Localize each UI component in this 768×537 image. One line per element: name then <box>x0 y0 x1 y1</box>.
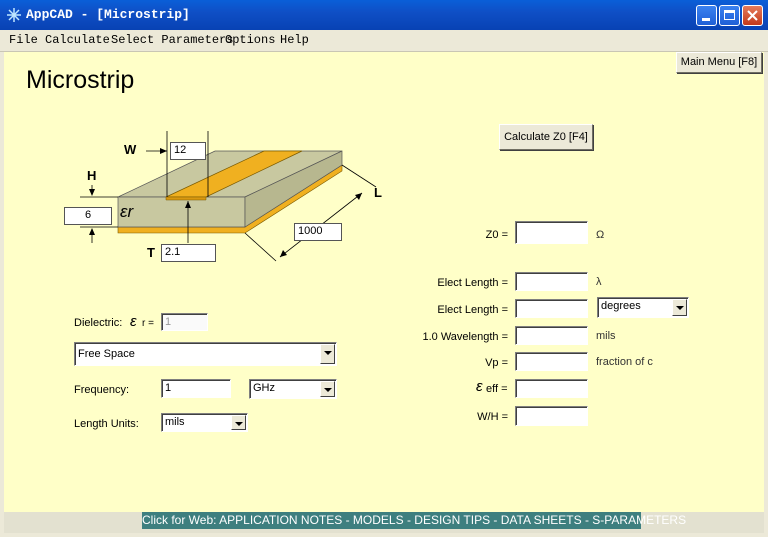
wavelength-output[interactable] <box>515 326 588 345</box>
page-title: Microstrip <box>26 66 135 94</box>
eeff-output[interactable] <box>515 379 588 398</box>
ohm-unit: Ω <box>596 229 605 241</box>
chevron-down-icon[interactable] <box>320 344 335 364</box>
close-icon <box>747 10 758 21</box>
wavelength-unit: mils <box>596 330 616 342</box>
chevron-down-icon[interactable] <box>672 299 687 316</box>
angle-unit-value: degrees <box>601 300 641 312</box>
h-label: H <box>87 168 97 183</box>
wh-output[interactable] <box>515 406 588 426</box>
dielectric-value: Free Space <box>78 348 135 360</box>
epsilon-r-label: εr <box>120 202 134 221</box>
lambda-unit: λ <box>596 276 602 288</box>
er-symbol: ε <box>130 313 137 330</box>
elect-length-lambda-output[interactable] <box>515 272 588 291</box>
frequency-label: Frequency: <box>74 384 130 396</box>
microstrip-diagram <box>80 131 377 262</box>
eeff-symbol: ε <box>476 378 483 395</box>
minimize-button[interactable] <box>696 5 717 26</box>
menu-options[interactable]: Options <box>225 33 275 47</box>
chevron-down-icon[interactable] <box>231 415 246 430</box>
length-units-label: Length Units: <box>74 418 139 430</box>
t-label: T <box>147 245 155 260</box>
calculate-z0-button[interactable]: Calculate Z0 [F4] <box>499 124 593 150</box>
angle-unit-select[interactable]: degrees <box>597 297 689 318</box>
z0-label: Z0 = <box>485 229 508 241</box>
elect-length-deg-output[interactable] <box>515 299 588 318</box>
elect-length-deg-label: Elect Length = <box>437 304 508 316</box>
maximize-button[interactable] <box>719 5 740 26</box>
height-input[interactable]: 6 <box>64 207 112 225</box>
w-label: W <box>124 142 137 157</box>
client-area <box>4 52 764 512</box>
er-input[interactable]: 1 <box>161 313 208 331</box>
substrate-front <box>117 196 246 228</box>
menu-calculate[interactable]: Calculate <box>45 33 110 47</box>
app-icon <box>7 8 21 22</box>
elect-length-lambda-label: Elect Length = <box>437 277 508 289</box>
wavelength-label: 1.0 Wavelength = <box>422 331 508 343</box>
chevron-down-icon[interactable] <box>320 381 335 397</box>
length-input[interactable]: 1000 <box>294 223 342 241</box>
window-title: AppCAD - [Microstrip] <box>26 7 190 22</box>
web-links-bar[interactable]: Click for Web: APPLICATION NOTES - MODEL… <box>142 512 686 529</box>
menu-select-parameters[interactable]: Select Parameters <box>111 33 233 47</box>
z0-output[interactable] <box>515 221 588 244</box>
frequency-input[interactable]: 1 <box>161 379 231 398</box>
vp-unit: fraction of c <box>596 356 653 368</box>
wh-label: W/H = <box>477 411 508 423</box>
length-units-value: mils <box>165 416 185 428</box>
dielectric-label: Dielectric: <box>74 317 123 329</box>
eeff-subscript: eff = <box>486 383 508 395</box>
menu-help[interactable]: Help <box>280 33 309 47</box>
thickness-input[interactable]: 2.1 <box>161 244 216 262</box>
menu-bar: File Calculate Select Parameters Options… <box>0 30 768 52</box>
l-label: L <box>374 185 382 200</box>
vp-label: Vp = <box>485 357 508 369</box>
length-units-select[interactable]: mils <box>161 413 248 432</box>
close-button[interactable] <box>742 5 763 26</box>
dielectric-select[interactable]: Free Space <box>74 342 337 366</box>
width-input[interactable]: 12 <box>170 142 206 160</box>
menu-file[interactable]: File <box>9 33 38 47</box>
title-bar: AppCAD - [Microstrip] <box>0 0 768 30</box>
vp-output[interactable] <box>515 352 588 371</box>
main-menu-button[interactable]: Main Menu [F8] <box>676 52 762 73</box>
er-subscript: r = <box>142 318 154 329</box>
maximize-icon <box>724 10 735 20</box>
frequency-unit-select[interactable]: GHz <box>249 379 337 399</box>
frequency-unit-value: GHz <box>253 382 275 394</box>
minimize-icon <box>702 18 710 21</box>
